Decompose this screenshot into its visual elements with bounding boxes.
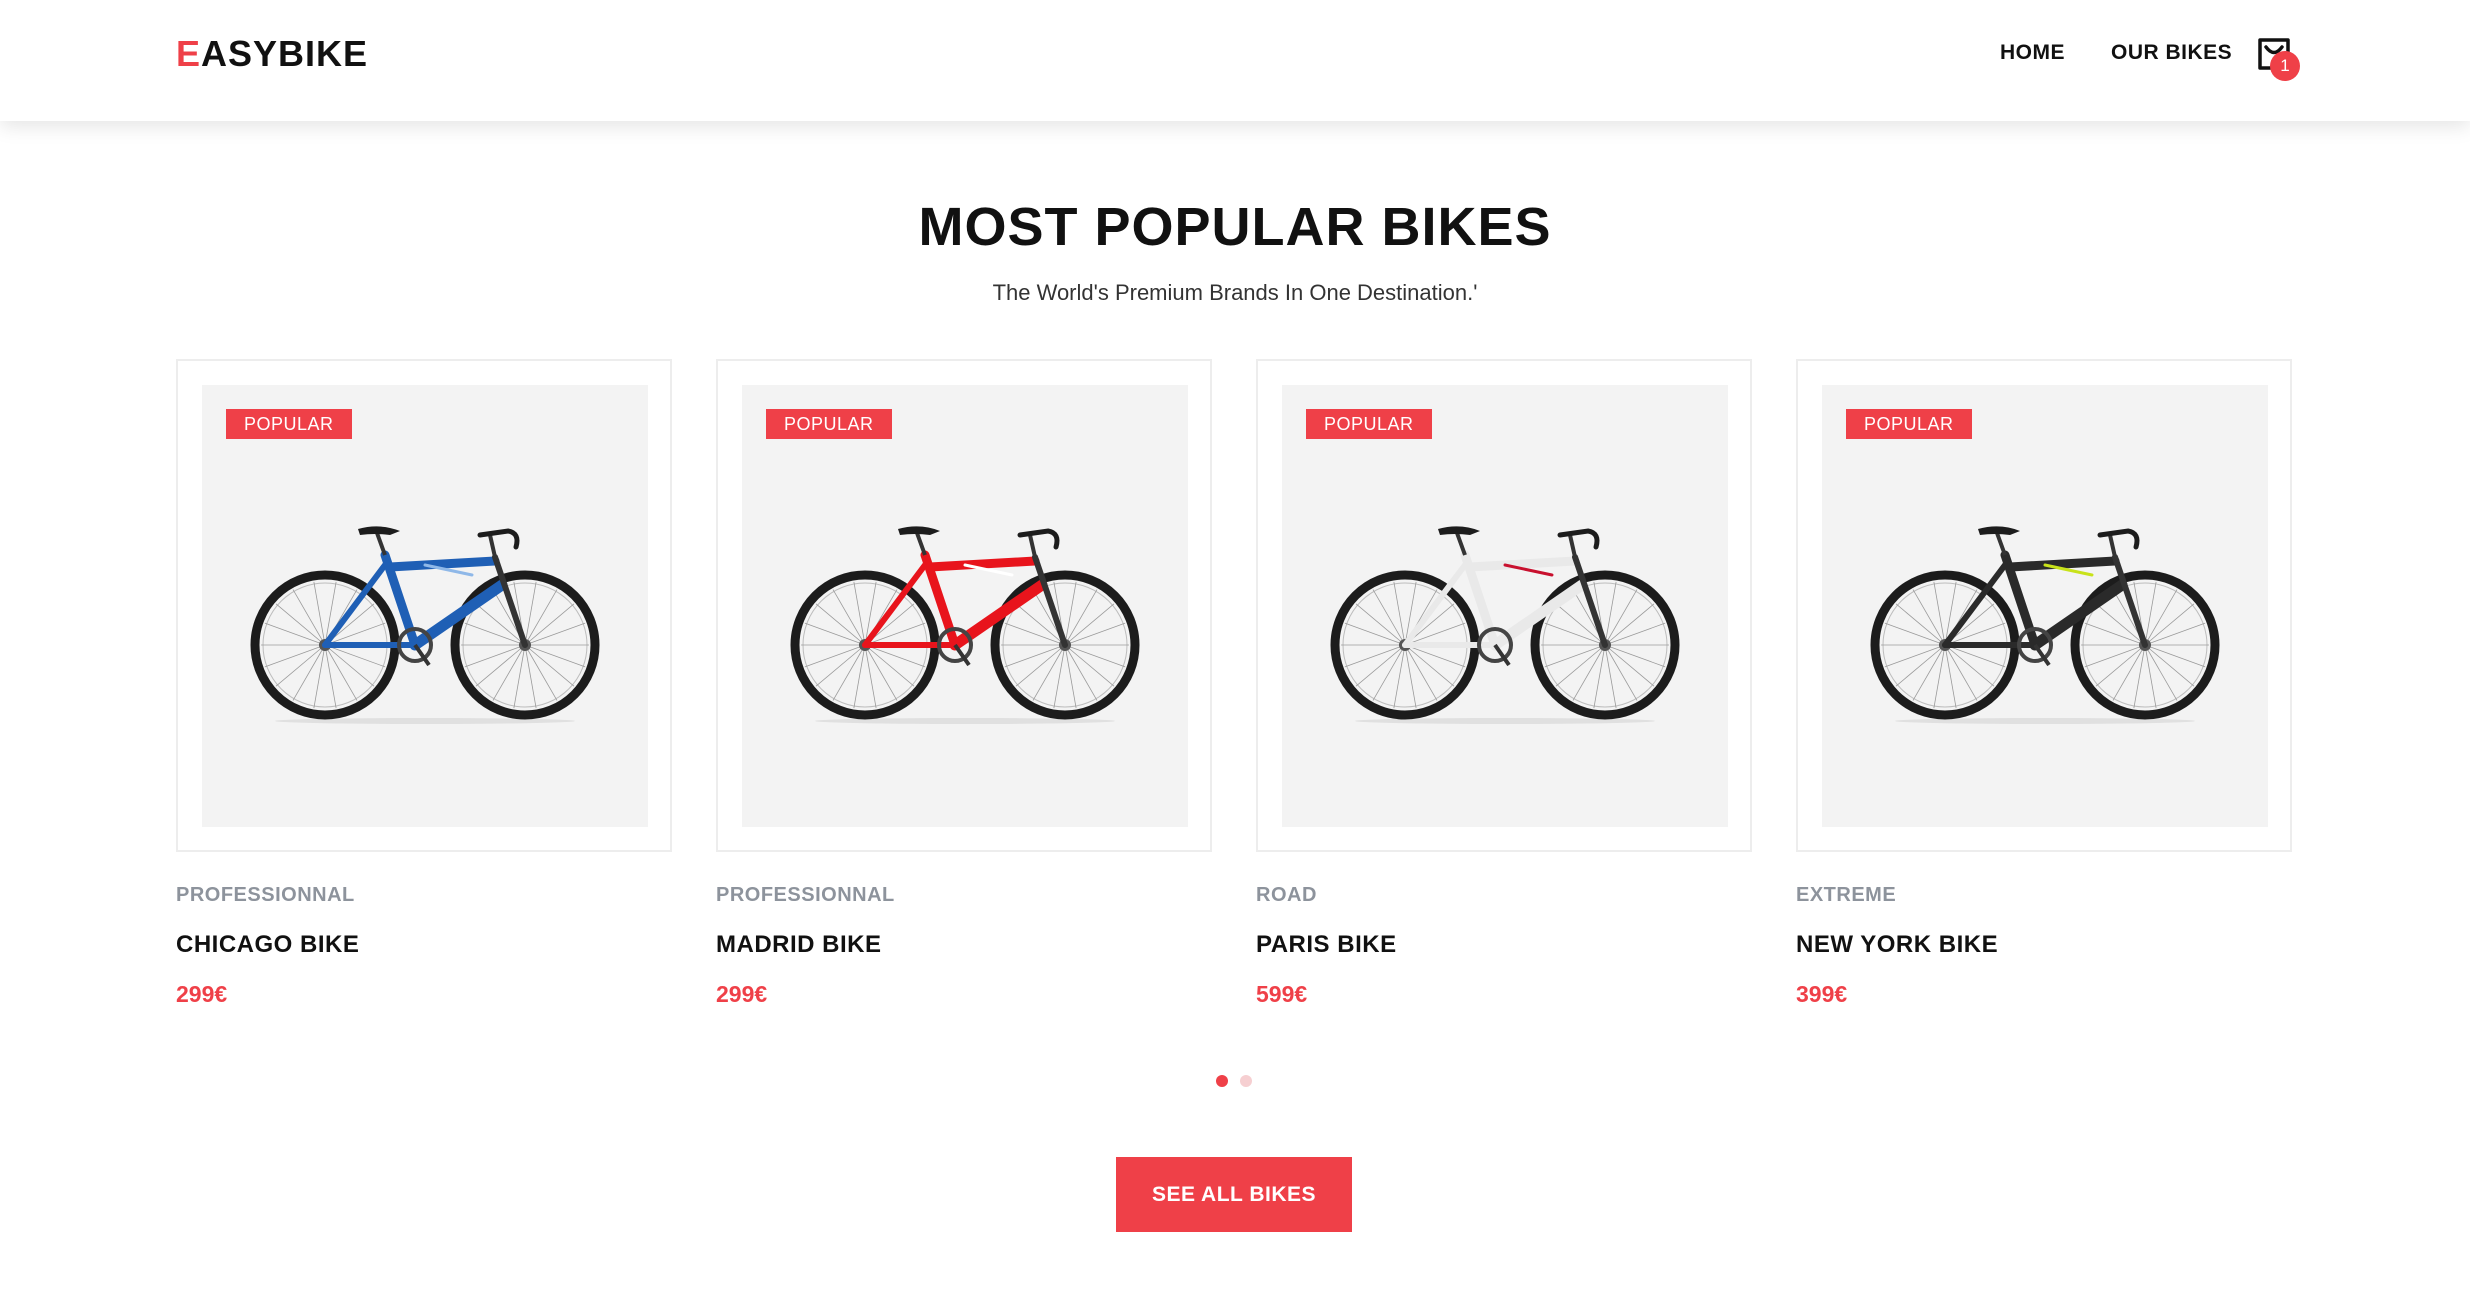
page: EASYBIKE HOME OUR BIKES 1 MOST POPULAR B… bbox=[0, 0, 2470, 1301]
product-name[interactable]: NEW YORK BIKE bbox=[1796, 931, 1998, 959]
popular-badge: POPULAR bbox=[766, 409, 892, 439]
nav-home-link[interactable]: HOME bbox=[2000, 36, 2065, 70]
logo-text: ASYBIKE bbox=[201, 33, 369, 74]
product-price: 299€ bbox=[176, 981, 228, 1007]
product-price: 399€ bbox=[1796, 981, 1848, 1007]
product-image-frame[interactable]: POPULAR bbox=[1256, 359, 1752, 852]
product-price: 599€ bbox=[1256, 981, 1308, 1007]
product-image: POPULAR bbox=[1282, 385, 1728, 827]
product-category: EXTREME bbox=[1796, 884, 1897, 906]
popular-badge: POPULAR bbox=[1306, 409, 1432, 439]
product-image-frame[interactable]: POPULAR bbox=[176, 359, 672, 852]
site-header: EASYBIKE HOME OUR BIKES 1 bbox=[0, 0, 2470, 121]
bicycle-icon bbox=[1870, 526, 2220, 724]
product-name[interactable]: CHICAGO BIKE bbox=[176, 931, 359, 959]
brand-logo[interactable]: EASYBIKE bbox=[176, 30, 368, 78]
carousel-dot-1[interactable] bbox=[1216, 1075, 1228, 1087]
section-subtitle: The World's Premium Brands In One Destin… bbox=[992, 280, 1478, 305]
product-image: POPULAR bbox=[742, 385, 1188, 827]
product-price: 299€ bbox=[716, 981, 768, 1007]
popular-badge: POPULAR bbox=[226, 409, 352, 439]
popular-badge: POPULAR bbox=[1846, 409, 1972, 439]
product-image: POPULAR bbox=[1822, 385, 2268, 827]
product-image-frame[interactable]: POPULAR bbox=[716, 359, 1212, 852]
product-category: PROFESSIONNAL bbox=[176, 884, 355, 906]
product-image: POPULAR bbox=[202, 385, 648, 827]
product-name[interactable]: PARIS BIKE bbox=[1256, 931, 1397, 959]
carousel-dot-2[interactable] bbox=[1240, 1075, 1252, 1087]
product-image-frame[interactable]: POPULAR bbox=[1796, 359, 2292, 852]
product-category: PROFESSIONNAL bbox=[716, 884, 895, 906]
nav-our-bikes-link[interactable]: OUR BIKES bbox=[2111, 36, 2232, 70]
bicycle-icon bbox=[790, 526, 1140, 724]
cart-count-badge: 1 bbox=[2270, 51, 2300, 81]
section-title: MOST POPULAR BIKES bbox=[918, 197, 1552, 257]
see-all-bikes-button[interactable]: SEE ALL BIKES bbox=[1116, 1157, 1352, 1232]
logo-initial: E bbox=[176, 33, 202, 74]
product-category: ROAD bbox=[1256, 884, 1317, 906]
bicycle-icon bbox=[1330, 526, 1680, 724]
product-name[interactable]: MADRID BIKE bbox=[716, 931, 882, 959]
bicycle-icon bbox=[250, 526, 600, 724]
